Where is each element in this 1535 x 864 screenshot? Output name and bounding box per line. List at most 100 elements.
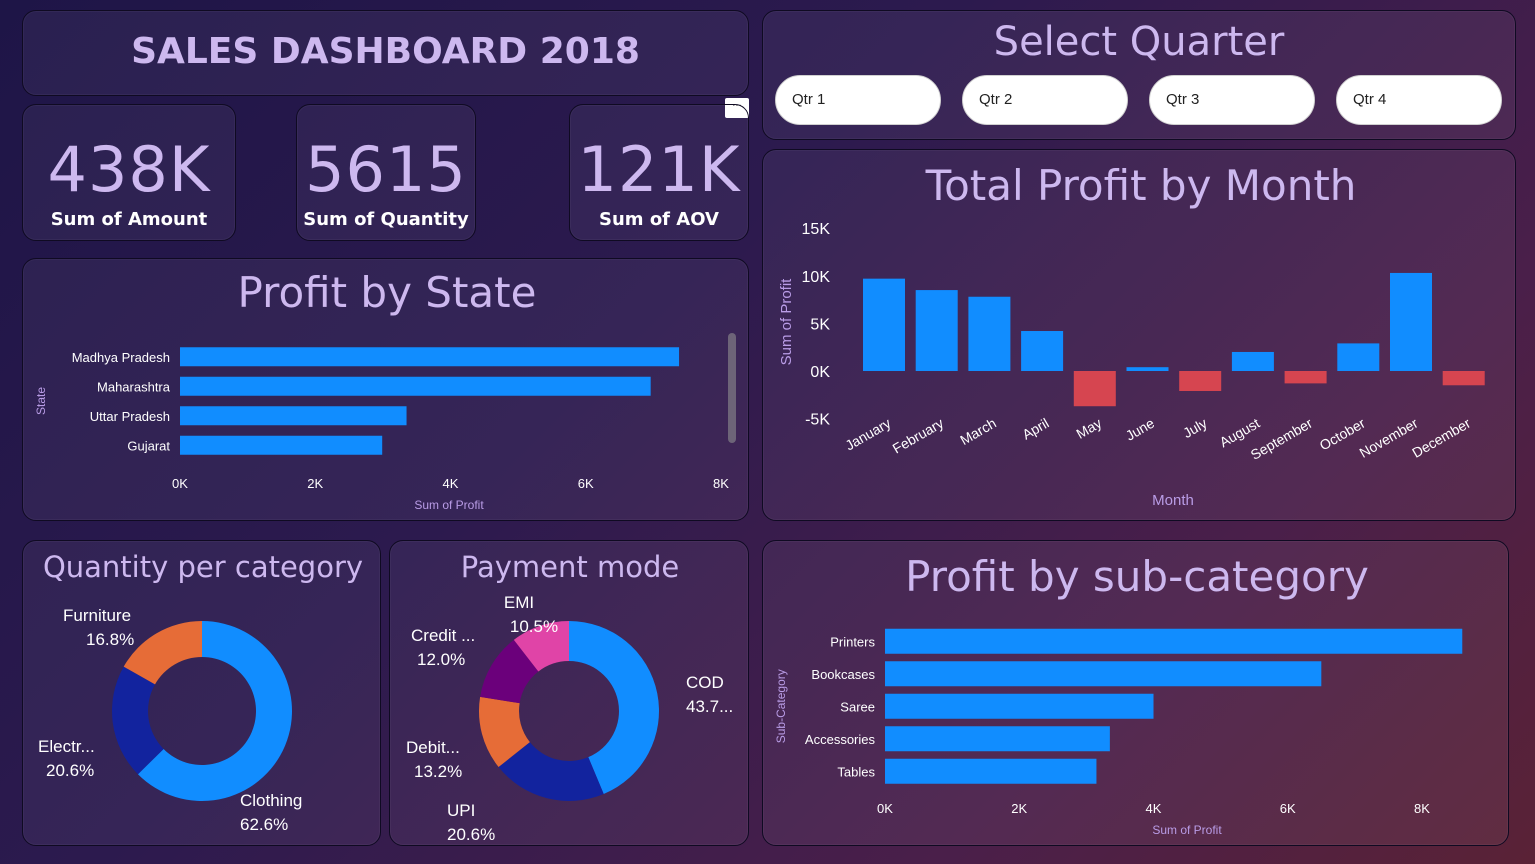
quarter-button-q2[interactable]: Qtr 2: [962, 75, 1128, 125]
bar: [885, 628, 1463, 654]
bar: [885, 758, 1097, 784]
slice-label: Debit...: [406, 738, 460, 757]
bar: [1390, 272, 1432, 371]
kpi-value: 438K: [47, 133, 211, 206]
bar: [1337, 343, 1380, 371]
bar: [1073, 371, 1116, 407]
y-tick-label: 15K: [802, 221, 831, 238]
x-tick-label: April: [1019, 415, 1051, 443]
x-tick-label: 8K: [713, 476, 729, 491]
chart-title: Profit by sub-category: [905, 552, 1369, 601]
kpi-label: Sum of AOV: [599, 209, 719, 230]
y-tick-label: -5K: [805, 412, 830, 429]
kpi-card-amount: 438K Sum of Amount: [22, 104, 236, 241]
bar: [180, 376, 651, 396]
slice-label: Electr...: [38, 737, 95, 756]
bar: [885, 693, 1154, 719]
slicer-title: Select Quarter: [993, 19, 1285, 65]
kpi-value: 121K: [577, 133, 741, 206]
x-tick-label: March: [957, 415, 999, 448]
chart-title: Quantity per category: [43, 550, 363, 584]
x-axis-label: Sum of Profit: [414, 498, 484, 512]
payment-mode-card: Payment mode COD 43.7... UPI 20.6% Debit... 13…: [389, 540, 749, 846]
kpi-label: Sum of Quantity: [303, 209, 469, 230]
category-label: Saree: [840, 699, 875, 714]
x-tick-label: 2K: [1011, 801, 1027, 816]
bar: [885, 726, 1110, 752]
x-axis-label: Month: [1152, 492, 1194, 509]
bar: [915, 290, 958, 371]
x-tick-label: January: [842, 415, 893, 454]
slice-label: UPI: [447, 801, 475, 820]
quarter-button-q1[interactable]: Qtr 1: [775, 75, 941, 125]
quarter-button-q3[interactable]: Qtr 3: [1149, 75, 1315, 125]
y-axis-label: State: [34, 387, 48, 415]
kpi-card-quantity: 5615 Sum of Quantity: [296, 104, 476, 241]
x-tick-label: 0K: [172, 476, 188, 491]
category-label: Madhya Pradesh: [72, 350, 170, 365]
x-axis-label: Sum of Profit: [1152, 823, 1222, 837]
bar: [1231, 351, 1274, 371]
category-label: Printers: [830, 634, 875, 649]
bar: [1442, 371, 1485, 386]
dashboard-title: SALES DASHBOARD 2018: [131, 31, 640, 72]
x-tick-label: 8K: [1414, 801, 1430, 816]
x-tick-label: December: [1409, 415, 1473, 461]
slice-percent: 62.6%: [240, 815, 288, 834]
slice-label: COD: [686, 673, 724, 692]
x-tick-label: 2K: [307, 476, 323, 491]
chart-scrollbar[interactable]: [728, 333, 736, 443]
category-label: Maharashtra: [97, 379, 171, 394]
y-tick-label: 10K: [802, 269, 831, 286]
x-tick-label: 6K: [1280, 801, 1296, 816]
bar: [1126, 367, 1169, 371]
quantity-per-category-card: Quantity per category Clothing 62.6% Electr…: [22, 540, 381, 846]
category-label: Bookcases: [811, 667, 875, 682]
kpi-label: Sum of Amount: [50, 209, 208, 230]
bar: [1021, 331, 1064, 371]
profit-by-month-card: Total Profit by Month -5K 0K 5K 10K 15K Sum of…: [762, 149, 1516, 521]
x-tick-label: February: [890, 415, 947, 457]
profit-by-subcategory-card: Profit by sub-category Printers Bookcases S…: [762, 540, 1509, 846]
bar: [863, 278, 905, 371]
category-label: Gujarat: [127, 438, 170, 453]
chart-title: Total Profit by Month: [925, 161, 1357, 210]
x-tick-label: 4K: [1146, 801, 1162, 816]
bar: [885, 661, 1322, 687]
profit-by-subcategory-chart: Profit by sub-category Printers Bookcases S…: [774, 552, 1463, 837]
bar: [968, 296, 1011, 371]
x-tick-label: July: [1180, 415, 1210, 441]
chart-title: Profit by State: [238, 268, 537, 317]
category-label: Accessories: [805, 732, 876, 747]
title-panel: SALES DASHBOARD 2018: [22, 10, 749, 96]
profit-by-month-chart: Total Profit by Month -5K 0K 5K 10K 15K Sum of…: [778, 161, 1485, 509]
profit-by-state-chart: Profit by State Madhya Pradesh Maharashtra…: [34, 268, 729, 512]
slice-percent: 20.6%: [447, 825, 495, 844]
bar: [180, 435, 383, 455]
y-axis-label: Sub-Category: [774, 669, 788, 743]
slice-percent: 10.5%: [510, 617, 558, 636]
bar: [180, 406, 407, 426]
category-label: Tables: [837, 764, 875, 779]
slice-percent: 16.8%: [86, 630, 134, 649]
slice-label: Clothing: [240, 791, 302, 810]
slice-percent: 13.2%: [414, 762, 462, 781]
y-axis-label: Sum of Profit: [778, 278, 795, 366]
kpi-value: 5615: [305, 133, 467, 206]
x-tick-label: June: [1123, 415, 1157, 444]
y-tick-label: 5K: [810, 316, 830, 333]
quarter-slicer: Select Quarter Qtr 1 Qtr 2 Qtr 3 Qtr 4: [762, 10, 1516, 140]
slice-label: Furniture: [63, 606, 131, 625]
quantity-per-category-chart: Quantity per category Clothing 62.6% Electr…: [38, 550, 363, 834]
category-label: Uttar Pradesh: [90, 409, 170, 424]
kpi-card-aov: 121K Sum of AOV: [569, 104, 749, 241]
x-tick-label: November: [1357, 415, 1421, 461]
quarter-button-q4[interactable]: Qtr 4: [1336, 75, 1502, 125]
slice-percent: 43.7...: [686, 697, 733, 716]
bar: [1284, 371, 1327, 384]
bar: [180, 347, 680, 367]
slice-percent: 20.6%: [46, 761, 94, 780]
slice-label: EMI: [504, 593, 534, 612]
slice-label: Credit ...: [411, 626, 475, 645]
y-tick-label: 0K: [810, 364, 830, 381]
